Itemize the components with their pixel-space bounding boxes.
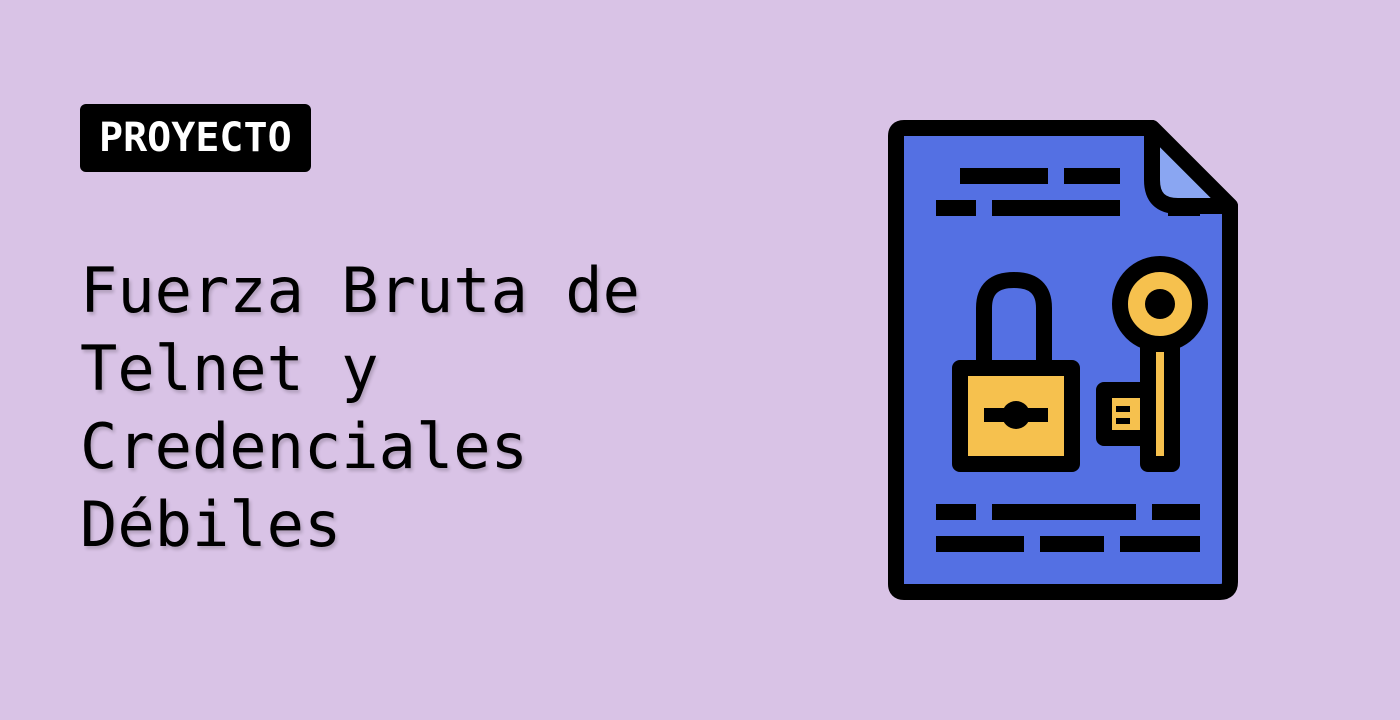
title-line-1: Fuerza Bruta de [80,254,640,327]
project-badge-label: PROYECTO [99,115,292,161]
title-line-3: Credenciales [80,410,528,483]
title-line-4: Débiles [80,488,342,561]
security-document-illustration [886,118,1242,602]
project-badge: PROYECTO [80,104,311,172]
title-line-2: Telnet y [80,332,379,405]
document-icon [888,120,1238,600]
page-title: Fuerza Bruta de Telnet y Credenciales Dé… [80,252,780,564]
